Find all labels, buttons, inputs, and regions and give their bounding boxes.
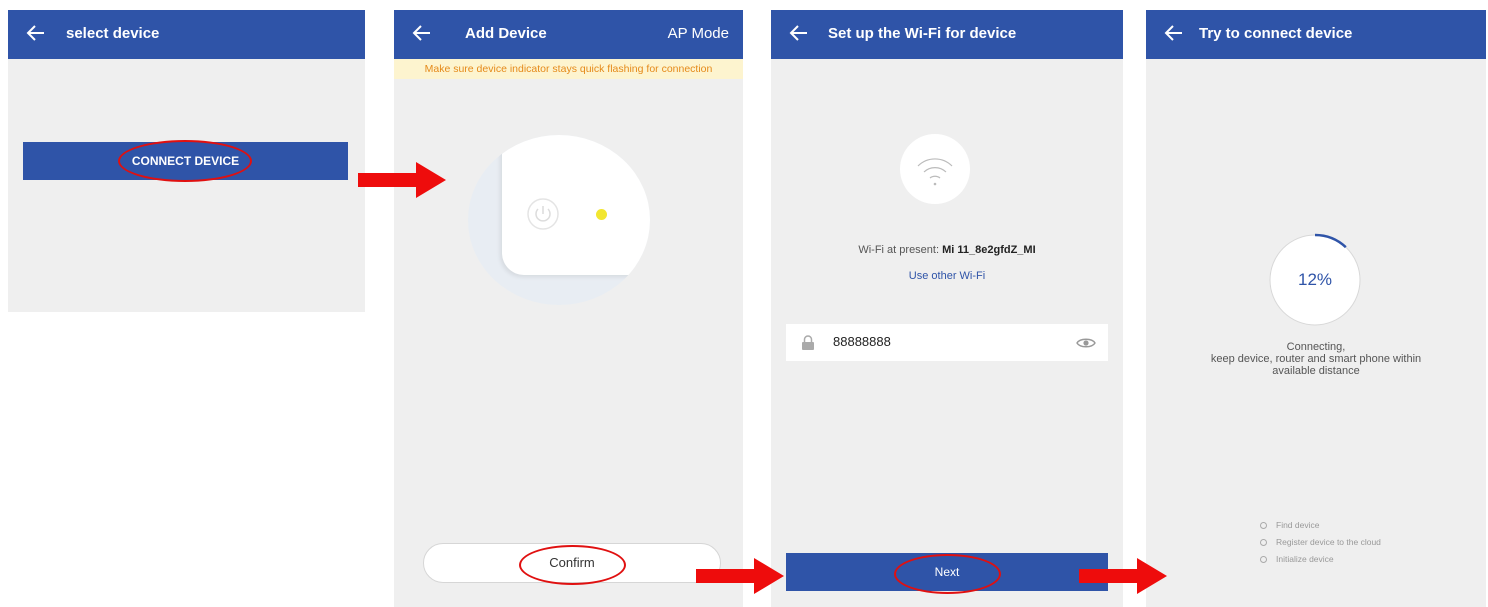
current-wifi: Wi-Fi at present: Mi 11_8e2gfdZ_MI [771,244,1123,256]
back-arrow-icon[interactable] [26,22,46,44]
device-illustration [468,135,650,305]
password-field[interactable]: 88888888 [786,324,1108,361]
status-message: Connecting, keep device, router and smar… [1210,341,1422,377]
screen-title: select device [66,25,160,42]
ap-mode-link[interactable]: AP Mode [668,25,729,42]
wifi-icon [917,158,953,186]
next-button[interactable]: Next [786,553,1108,591]
app-header: Try to connect device [1146,10,1486,59]
wifi-name: Mi 11_8e2gfdZ_MI [942,244,1036,256]
flow-arrow-icon [1079,558,1167,594]
step-list: Find device Register device to the cloud… [1260,517,1381,568]
progress-percent: 12% [1297,270,1333,289]
indicator-light [596,209,607,220]
lock-icon [802,335,814,350]
screen-connecting: Try to connect device 12% Connecting, ke… [1146,10,1486,607]
use-other-wifi-link[interactable]: Use other Wi-Fi [771,270,1123,282]
app-header: select device [8,10,365,59]
app-header: Add Device AP Mode [394,10,743,59]
password-value: 88888888 [833,334,891,349]
connect-device-button[interactable]: CONNECT DEVICE [23,142,348,180]
confirm-button[interactable]: Confirm [423,543,721,583]
power-icon [527,198,559,230]
wifi-badge [900,134,970,204]
step-item: Initialize device [1260,551,1381,568]
screen-title: Try to connect device [1199,25,1353,42]
back-arrow-icon[interactable] [412,22,432,44]
screen-select-device: select device CONNECT DEVICE [8,10,365,312]
app-header: Set up the Wi-Fi for device [771,10,1123,59]
wifi-label: Wi-Fi at present: [858,244,940,256]
back-arrow-icon[interactable] [1164,22,1184,44]
notice-banner: Make sure device indicator stays quick f… [394,59,743,79]
step-item: Find device [1260,517,1381,534]
screen-title: Set up the Wi-Fi for device [828,25,1017,42]
screen-add-device: Add Device AP Mode Make sure device indi… [394,10,743,607]
eye-icon[interactable] [1076,336,1096,350]
flow-arrow-icon [358,162,446,198]
back-arrow-icon[interactable] [789,22,809,44]
screen-title: Add Device [465,25,547,42]
step-item: Register device to the cloud [1260,534,1381,551]
flow-arrow-icon [696,558,784,594]
screen-wifi-setup: Set up the Wi-Fi for device Wi-Fi at pre… [771,10,1123,607]
